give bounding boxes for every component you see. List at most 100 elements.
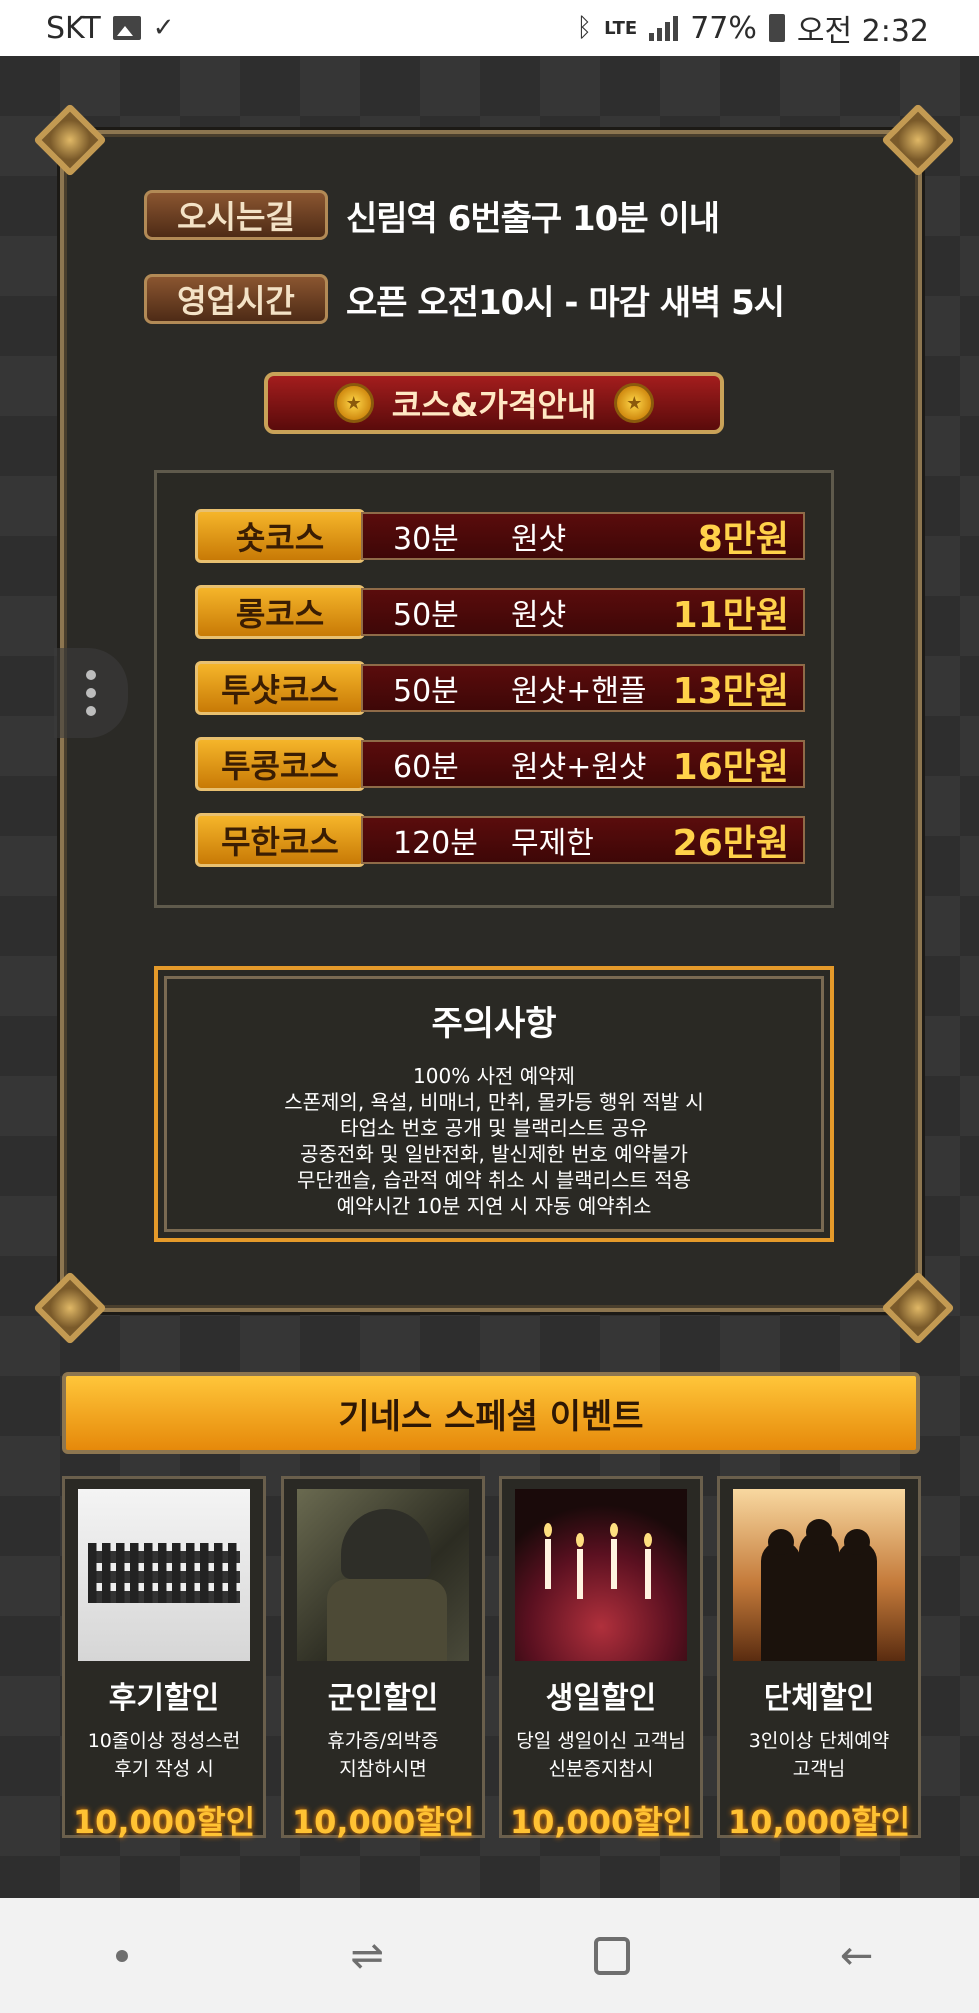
group-silhouette-image [733, 1489, 905, 1661]
course-name: 투샷코스 [195, 661, 365, 715]
event-card-birthday[interactable]: 생일할인 당일 생일이신 고객님 신분증지참시 10,000할인 [499, 1476, 703, 1841]
volte-icon: ✓ [152, 13, 175, 43]
event-desc-line: 지참하시면 [339, 1758, 427, 1780]
event-title: 단체할인 [763, 1681, 875, 1716]
course-price: 8만원 [697, 519, 789, 560]
price-table: 숏코스 30분 원샷 8만원 롱코스 50분 원샷 11만원 투샷코스 50분 … [154, 470, 834, 908]
hours-label: 영업시간 [144, 274, 328, 324]
keyboard-image [78, 1489, 250, 1661]
notice-line: 무단캔슬, 습관적 예약 취소 시 블랙리스트 적용 [296, 1168, 692, 1192]
course-time: 50분 [393, 598, 459, 633]
course-details: 60분 원샷+원샷 16만원 [361, 740, 805, 788]
course-name: 투콩코스 [195, 737, 365, 791]
event-card-review[interactable]: 후기할인 10줄이상 정성스런 후기 작성 시 10,000할인 [62, 1476, 266, 1841]
nav-dot-button[interactable] [87, 1921, 157, 1991]
battery-percent: 77% [690, 10, 757, 46]
event-desc-line: 10줄이상 정성스런 [87, 1730, 241, 1752]
price-row: 투콩코스 60분 원샷+원샷 16만원 [195, 737, 805, 791]
corner-ornament-icon [44, 114, 90, 160]
event-title: 군인할인 [327, 1681, 439, 1716]
event-title: 후기할인 [108, 1681, 220, 1716]
price-row: 투샷코스 50분 원샷+핸플 13만원 [195, 661, 805, 715]
recent-apps-icon: ⇌ [350, 1932, 384, 1979]
course-desc: 원샷+핸플 [511, 674, 647, 709]
course-desc: 무제한 [511, 826, 594, 861]
event-desc: 당일 생일이신 고객님 신분증지참시 [502, 1727, 700, 1787]
event-card-military[interactable]: 군인할인 휴가증/외박증 지참하시면 10,000할인 [281, 1476, 485, 1841]
notice-title: 주의사항 [431, 1004, 557, 1044]
directions-row: 오시는길 신림역 6번출구 10분 이내 [144, 190, 720, 240]
hours-row: 영업시간 오픈 오전10시 - 마감 새벽 5시 [144, 274, 785, 324]
course-price: 11만원 [672, 595, 789, 636]
event-desc-line: 후기 작성 시 [114, 1758, 214, 1780]
event-discount: 10,000할인 [727, 1803, 911, 1841]
event-desc-line: 신분증지참시 [548, 1758, 654, 1780]
event-desc-line: 3인이상 단체예약 [748, 1730, 890, 1752]
bluetooth-icon: ᛒ [576, 13, 593, 43]
event-desc: 10줄이상 정성스런 후기 작성 시 [65, 1727, 263, 1787]
notice-box: 주의사항 100% 사전 예약제 스폰제의, 욕설, 비매너, 만취, 몰카등 … [154, 966, 834, 1242]
directions-text: 신림역 6번출구 10분 이내 [346, 198, 720, 239]
notice-lines: 100% 사전 예약제 스폰제의, 욕설, 비매너, 만취, 몰카등 행위 적발… [158, 1063, 830, 1219]
course-name: 롱코스 [195, 585, 365, 639]
notice-line: 타업소 번호 공개 및 블랙리스트 공유 [340, 1116, 648, 1140]
home-button[interactable] [577, 1921, 647, 1991]
soldier-image [297, 1489, 469, 1661]
dot-icon [86, 688, 96, 698]
course-desc: 원샷 [511, 598, 567, 633]
notice-line: 스폰제의, 욕설, 비매너, 만취, 몰카등 행위 적발 시 [284, 1090, 704, 1114]
price-row: 숏코스 30분 원샷 8만원 [195, 509, 805, 563]
status-bar: SKT ✓ ᛒ LTE 77% 오전 2:32 [0, 0, 979, 56]
directions-label: 오시는길 [144, 190, 328, 240]
course-details: 50분 원샷 11만원 [361, 588, 805, 636]
back-button[interactable]: ← [822, 1921, 892, 1991]
dot-icon [86, 706, 96, 716]
event-discount: 10,000할인 [291, 1803, 475, 1841]
special-event-banner: 기네스 스페셜 이벤트 [62, 1372, 920, 1454]
birthday-cake-image [515, 1489, 687, 1661]
course-desc: 원샷 [511, 522, 567, 557]
back-arrow-icon: ← [839, 1932, 874, 1979]
course-details: 50분 원샷+핸플 13만원 [361, 664, 805, 712]
status-left: SKT ✓ [46, 11, 175, 46]
info-panel: 오시는길 신림역 6번출구 10분 이내 영업시간 오픈 오전10시 - 마감 … [60, 130, 922, 1312]
corner-ornament-icon [892, 114, 938, 160]
event-discount: 10,000할인 [509, 1803, 693, 1841]
course-desc: 원샷+원샷 [511, 750, 647, 785]
dot-icon [86, 670, 96, 680]
event-discount: 10,000할인 [72, 1803, 256, 1841]
carrier-label: SKT [46, 10, 101, 46]
course-name: 무한코스 [195, 813, 365, 867]
course-time: 120분 [393, 826, 478, 861]
price-row: 롱코스 50분 원샷 11만원 [195, 585, 805, 639]
course-details: 30분 원샷 8만원 [361, 512, 805, 560]
clock: 오전 2:32 [796, 14, 929, 49]
course-banner-title: 코스&가격안내 [391, 386, 597, 424]
corner-ornament-icon [44, 1282, 90, 1328]
coin-icon: ★ [333, 383, 374, 423]
course-price: 26만원 [672, 823, 789, 864]
course-price: 13만원 [672, 671, 789, 712]
notice-line: 예약시간 10분 지연 시 자동 예약취소 [336, 1194, 652, 1218]
home-icon [593, 1936, 630, 1975]
event-desc-line: 고객님 [792, 1758, 846, 1780]
side-menu-handle[interactable] [54, 648, 128, 738]
recent-apps-button[interactable]: ⇌ [332, 1921, 402, 1991]
course-time: 30분 [393, 522, 459, 557]
coin-icon: ★ [614, 383, 655, 423]
course-time: 60분 [393, 750, 459, 785]
course-name: 숏코스 [195, 509, 365, 563]
signal-icon [649, 15, 679, 41]
course-price-banner: ★ 코스&가격안내 ★ [264, 372, 724, 434]
event-desc-line: 당일 생일이신 고객님 [516, 1730, 686, 1752]
event-desc: 휴가증/외박증 지참하시면 [284, 1727, 482, 1787]
corner-ornament-icon [892, 1282, 938, 1328]
hours-text: 오픈 오전10시 - 마감 새벽 5시 [346, 282, 785, 323]
gallery-icon [112, 16, 141, 40]
status-right: ᛒ LTE 77% 오전 2:32 [577, 6, 929, 50]
event-card-group[interactable]: 단체할인 3인이상 단체예약 고객님 10,000할인 [717, 1476, 921, 1841]
event-title: 생일할인 [545, 1681, 657, 1716]
event-desc: 3인이상 단체예약 고객님 [720, 1727, 918, 1787]
dot-icon [116, 1949, 129, 1962]
course-time: 50분 [393, 674, 459, 709]
